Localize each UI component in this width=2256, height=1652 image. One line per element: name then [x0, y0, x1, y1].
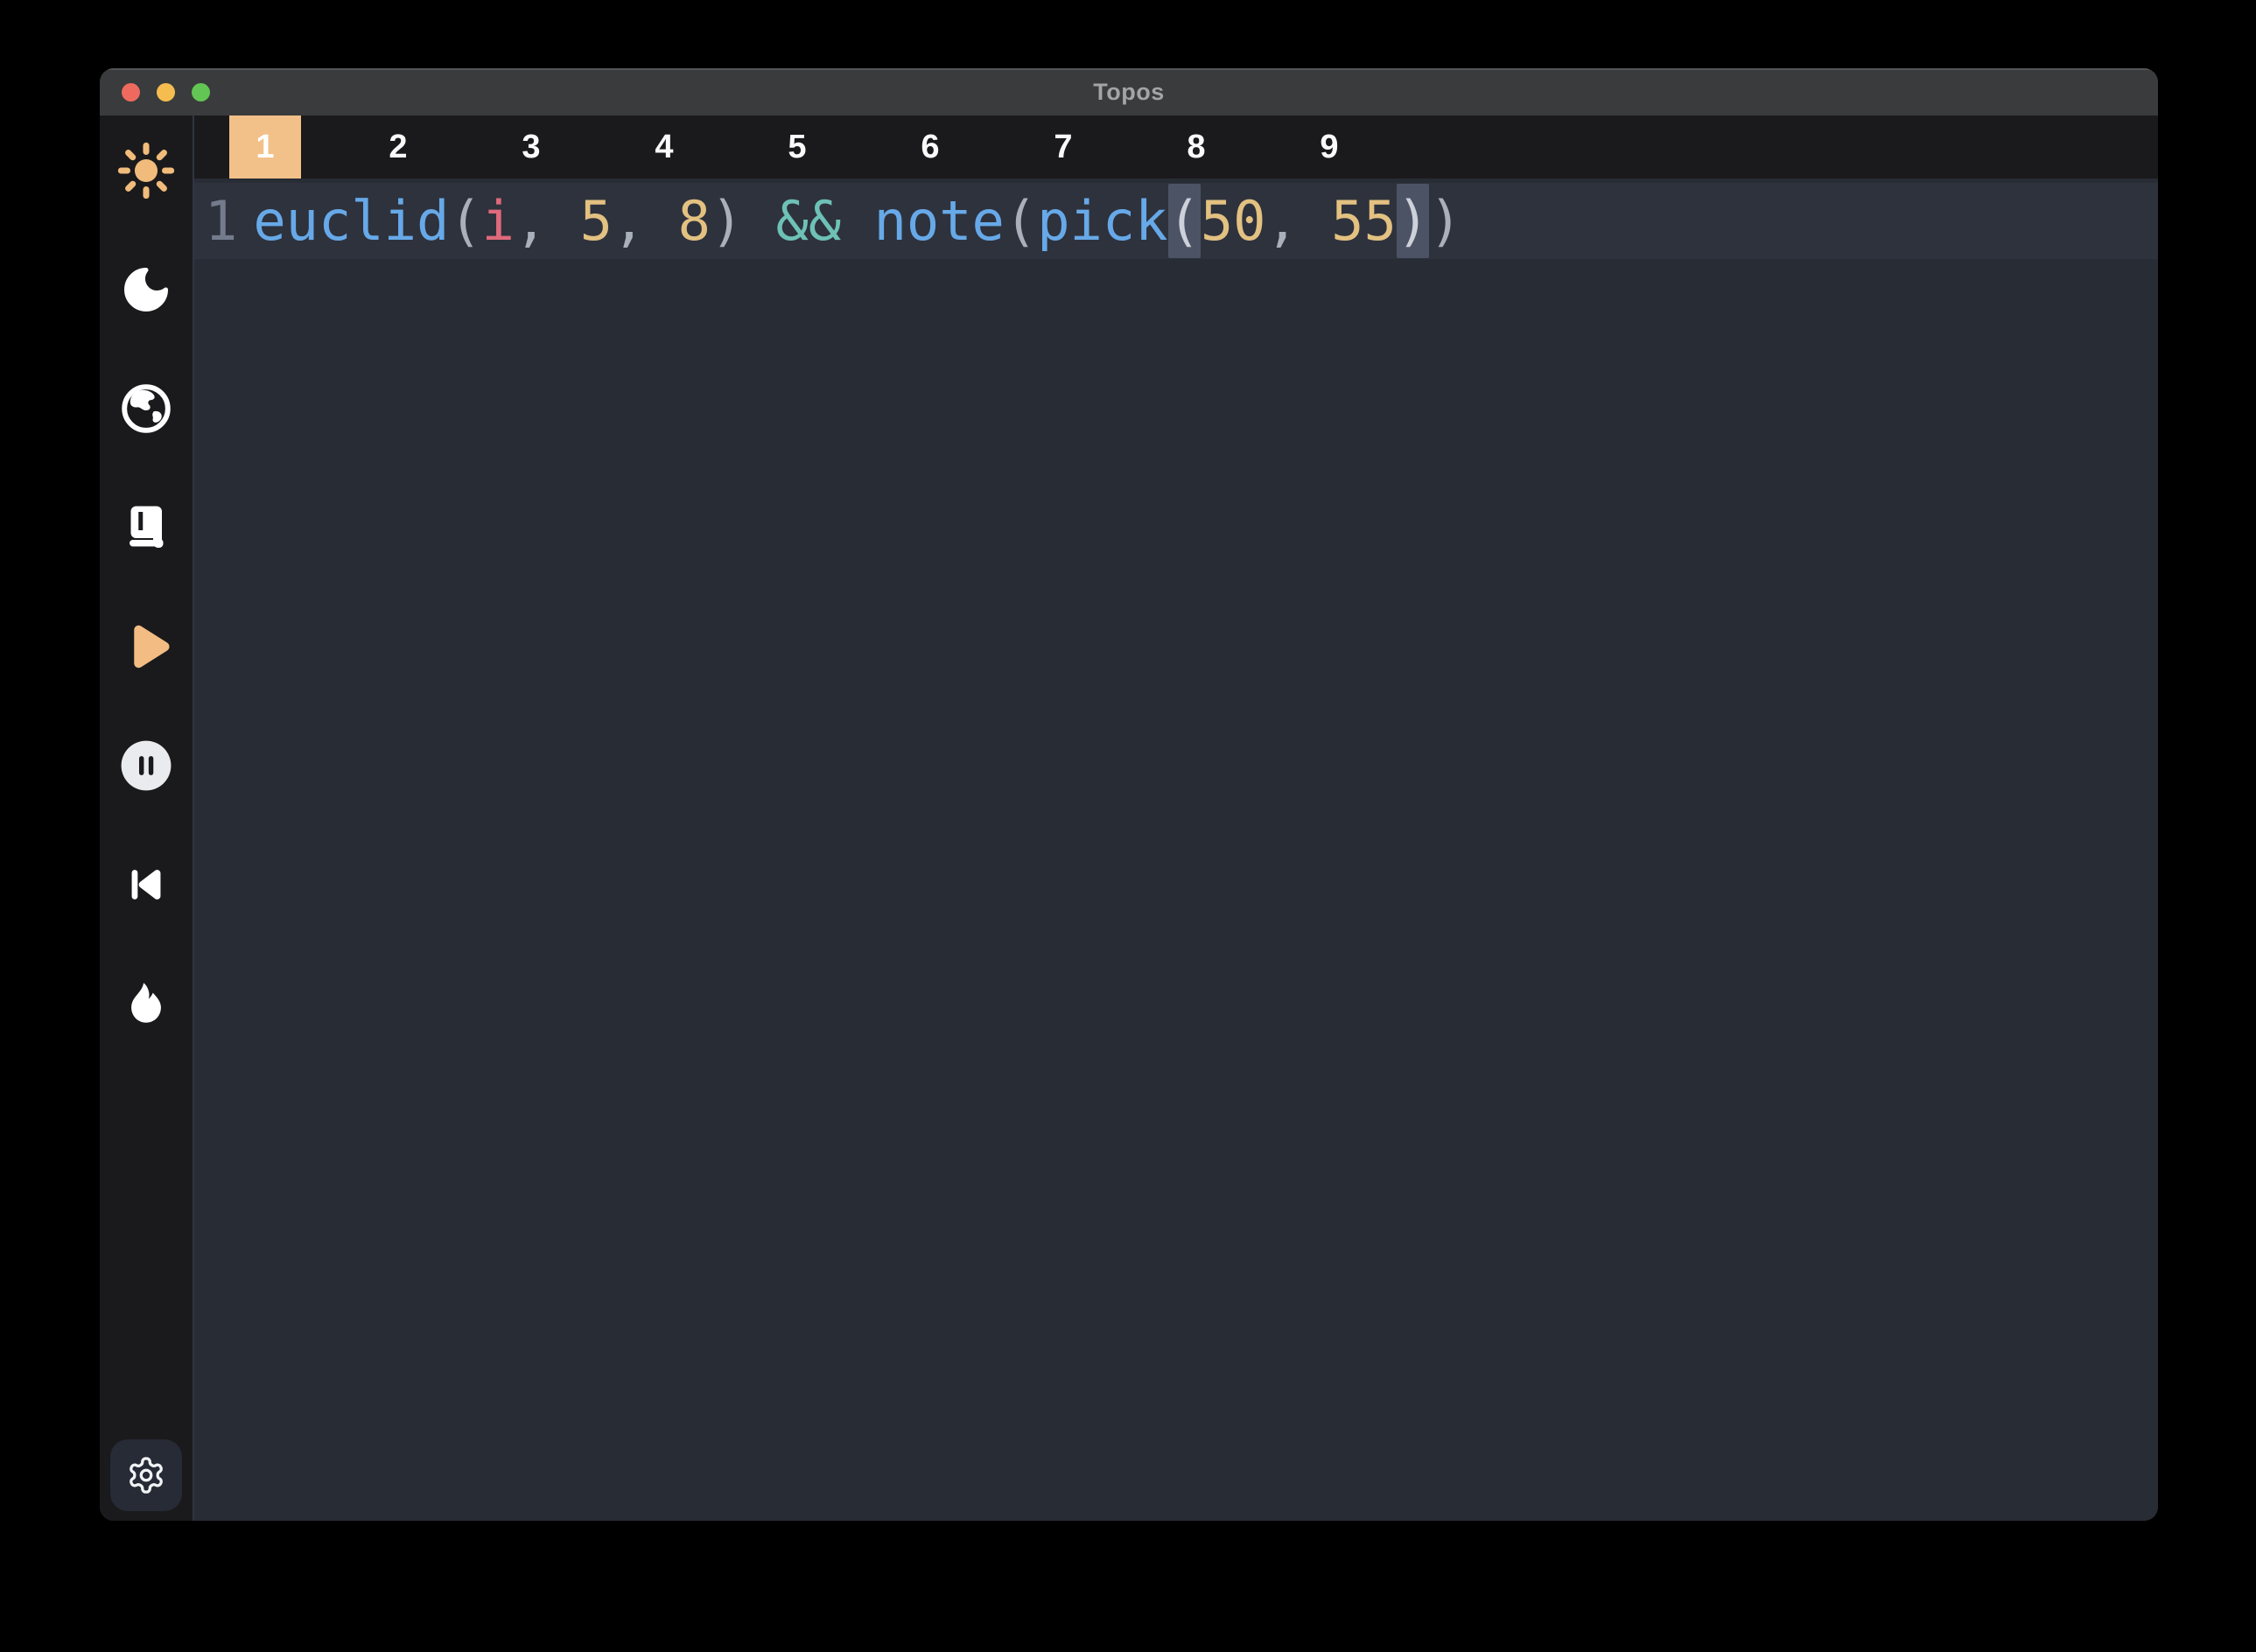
- moon-icon: [120, 263, 172, 316]
- minimize-button[interactable]: [157, 83, 175, 102]
- globe-icon: [118, 381, 174, 437]
- code-token: ,: [515, 189, 580, 253]
- code-token: euclid: [253, 189, 449, 253]
- play-icon: [117, 618, 175, 676]
- tab-9[interactable]: 9: [1293, 116, 1365, 178]
- code-token: (: [1168, 184, 1201, 258]
- gear-icon: [126, 1455, 166, 1495]
- code-token: &&: [776, 189, 842, 253]
- sun-icon: [116, 141, 176, 200]
- tab-4[interactable]: 4: [628, 116, 700, 178]
- code-token: i: [482, 189, 515, 253]
- tab-bar: 123456789: [194, 116, 2158, 178]
- code-token: 5: [580, 189, 613, 253]
- light-theme-button[interactable]: [116, 142, 177, 200]
- close-button[interactable]: [122, 83, 140, 102]
- code-tokens: euclid(i, 5, 8) && note(pick(50, 55)): [253, 189, 1461, 253]
- content-row: 123456789 1euclid(i, 5, 8) && note(pick(…: [100, 116, 2158, 1521]
- flame-icon: [121, 978, 172, 1029]
- code-token: [743, 189, 775, 253]
- code-token: 50: [1201, 189, 1266, 253]
- book-icon: [120, 501, 172, 554]
- line-number: 1: [205, 189, 237, 253]
- code-token: 55: [1331, 189, 1397, 253]
- code-token: note: [874, 189, 1005, 253]
- code-token: [841, 189, 873, 253]
- zoom-button[interactable]: [192, 83, 210, 102]
- play-button[interactable]: [116, 618, 177, 676]
- tab-8[interactable]: 8: [1160, 116, 1232, 178]
- skip-back-icon: [121, 859, 172, 910]
- tab-7[interactable]: 7: [1027, 116, 1099, 178]
- tab-6[interactable]: 6: [894, 116, 966, 178]
- titlebar: Topos: [100, 68, 2158, 116]
- tab-5[interactable]: 5: [761, 116, 833, 178]
- code-token: ): [1429, 189, 1461, 253]
- tab-1[interactable]: 1: [229, 116, 301, 178]
- code-token: ): [711, 189, 743, 253]
- code-token: ): [1397, 184, 1429, 258]
- pause-icon: [119, 738, 173, 793]
- sidebar: [100, 116, 194, 1521]
- tab-3[interactable]: 3: [495, 116, 567, 178]
- code-token: pick: [1037, 189, 1167, 253]
- editor[interactable]: 1euclid(i, 5, 8) && note(pick(50, 55)): [194, 178, 2158, 1521]
- code-token: ,: [613, 189, 678, 253]
- pause-button[interactable]: [116, 737, 177, 794]
- globe-button[interactable]: [116, 380, 177, 438]
- code-token: 8: [678, 189, 711, 253]
- code-token: ,: [1266, 189, 1332, 253]
- docs-button[interactable]: [116, 499, 177, 556]
- code-token: (: [1005, 189, 1037, 253]
- settings-button[interactable]: [110, 1439, 182, 1511]
- rewind-button[interactable]: [116, 856, 177, 914]
- code-line: 1euclid(i, 5, 8) && note(pick(50, 55)): [194, 183, 2158, 259]
- main-area: 123456789 1euclid(i, 5, 8) && note(pick(…: [194, 116, 2158, 1521]
- flame-button[interactable]: [116, 975, 177, 1032]
- traffic-lights: [122, 68, 210, 116]
- window-title: Topos: [1093, 79, 1164, 106]
- dark-theme-button[interactable]: [116, 261, 177, 318]
- code-token: (: [449, 189, 481, 253]
- app-window: Topos: [100, 68, 2158, 1521]
- tab-2[interactable]: 2: [362, 116, 434, 178]
